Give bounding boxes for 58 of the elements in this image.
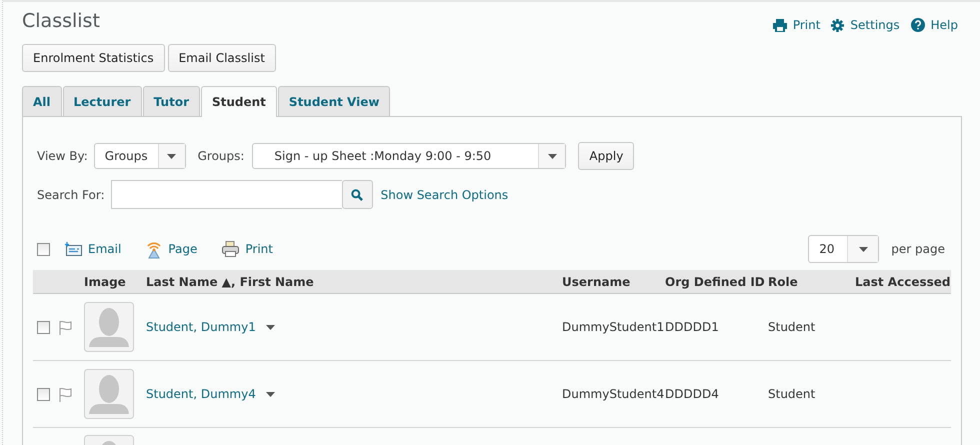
printer-icon: [222, 241, 240, 257]
print-icon: [772, 18, 787, 32]
caret-icon: [266, 324, 275, 330]
role-cell-text: Student: [768, 320, 816, 334]
last-name-header[interactable]: Last Name ▲, First Name: [146, 274, 562, 288]
dropdown-caret-icon: [548, 154, 557, 158]
print-link[interactable]: Print: [772, 18, 820, 32]
username-header: Username: [562, 274, 632, 288]
flag-icon[interactable]: [58, 320, 73, 334]
action-button[interactable]: Enrolment Statistics: [22, 44, 165, 72]
email-action[interactable]: Email: [65, 242, 122, 256]
pager-icon: [146, 240, 162, 258]
role-cell-text: Student: [768, 387, 816, 401]
page-title: Classlist: [22, 10, 100, 32]
row-checkbox[interactable]: [37, 320, 50, 334]
avatar-icon: [84, 302, 134, 352]
search-button[interactable]: [342, 180, 373, 209]
email-icon: [65, 242, 82, 256]
apply-button[interactable]: Apply: [578, 142, 634, 170]
last-accessed-header: Last Accessed: [855, 274, 952, 288]
settings-icon: [831, 18, 844, 32]
dropdown-caret-icon: [858, 246, 868, 252]
avatar-icon: [84, 369, 134, 419]
help-icon: [910, 18, 925, 32]
search-label: Search For:: [37, 188, 105, 202]
org-id-header: Org Defined ID: [665, 274, 766, 288]
org-id-cell-text: DDDDD4: [665, 387, 720, 401]
row-checkbox[interactable]: [37, 388, 50, 400]
image-header: Image: [84, 274, 127, 288]
view-by-dropdown[interactable]: Groups: [94, 143, 186, 169]
student-name-link[interactable]: Student, Dummy4: [146, 387, 256, 401]
print-action[interactable]: Print: [222, 241, 273, 257]
student-name-link[interactable]: Student, Dummy1: [146, 320, 256, 334]
caret-icon: [266, 392, 275, 396]
flag-icon[interactable]: [58, 386, 73, 402]
role-tab[interactable]: Tutor: [142, 86, 200, 116]
role-tab[interactable]: All: [22, 86, 62, 116]
role-tab[interactable]: Lecturer: [62, 86, 142, 116]
action-button[interactable]: Email Classlist: [168, 44, 276, 72]
per-page-label: per page: [891, 242, 945, 256]
search-options-link[interactable]: Show Search Options: [380, 188, 508, 202]
settings-link[interactable]: Settings: [831, 18, 900, 32]
role-header: Role: [768, 274, 799, 288]
role-tab[interactable]: Student View: [278, 86, 390, 116]
username-cell: DummyStudent4: [562, 387, 665, 401]
username-cell: DummyStudent1: [562, 320, 665, 334]
role-tab[interactable]: Student: [200, 86, 277, 117]
select-all-checkbox[interactable]: [37, 242, 50, 256]
page-action[interactable]: Page: [146, 240, 198, 258]
view-by-label: View By:: [37, 149, 88, 163]
page-size-dropdown[interactable]: 20: [808, 235, 880, 263]
groups-dropdown[interactable]: Sign - up Sheet :Monday 9:00 - 9:50: [252, 143, 566, 169]
dropdown-caret-icon: [167, 154, 176, 158]
search-icon: [351, 188, 364, 200]
groups-label: Groups:: [198, 149, 244, 163]
search-field[interactable]: [110, 180, 342, 209]
help-link[interactable]: Help: [910, 18, 958, 32]
org-id-cell-text: DDDDD1: [665, 320, 720, 334]
